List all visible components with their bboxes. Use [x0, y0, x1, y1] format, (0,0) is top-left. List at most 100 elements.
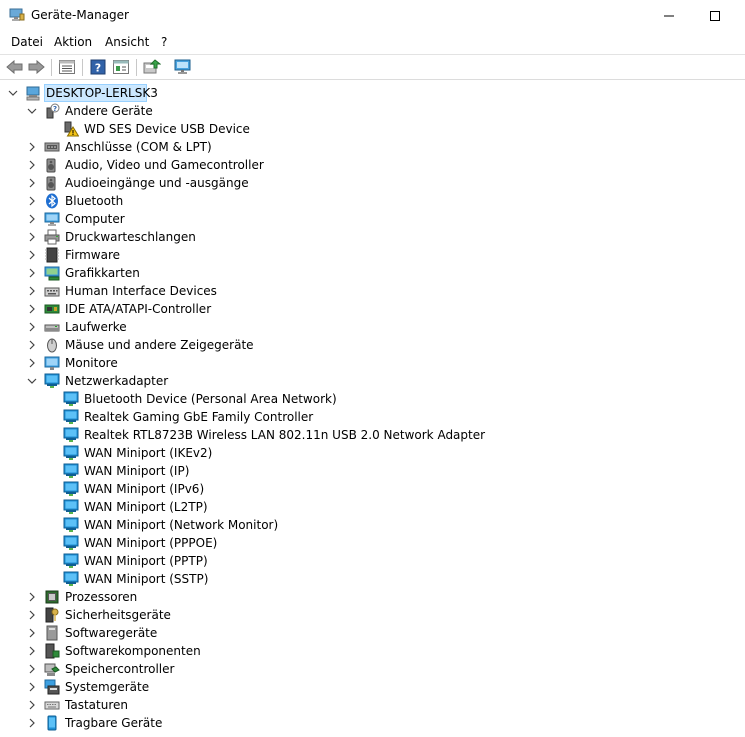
tree-category-sicherheitsgeräte[interactable]: Sicherheitsgeräte	[0, 606, 745, 624]
tree-category-bluetooth[interactable]: Bluetooth	[0, 192, 745, 210]
expand-chevron-icon[interactable]	[25, 193, 39, 209]
tree-item-label: WAN Miniport (IKEv2)	[84, 446, 213, 460]
menu-ansicht[interactable]: Ansicht	[105, 35, 149, 49]
portable-device-icon	[44, 715, 60, 731]
network-icon	[63, 571, 79, 587]
tree-item-label: WAN Miniport (SSTP)	[84, 572, 209, 586]
expand-chevron-icon[interactable]	[25, 661, 39, 677]
tree-category-monitore[interactable]: Monitore	[0, 354, 745, 372]
view-button[interactable]	[112, 58, 130, 76]
tree-category-softwarekomponenten[interactable]: Softwarekomponenten	[0, 642, 745, 660]
tree-device-realtek-gaming-gbe-family-controller[interactable]: Realtek Gaming GbE Family Controller	[0, 408, 745, 426]
scan-hardware-button[interactable]	[174, 58, 192, 76]
svg-text:?: ?	[95, 62, 101, 75]
tree-item-label: IDE ATA/ATAPI-Controller	[65, 302, 212, 316]
tree-root-computer[interactable]: DESKTOP-LERLSK3	[0, 84, 745, 102]
help-button[interactable]: ?	[89, 58, 107, 76]
collapse-chevron-icon[interactable]	[25, 373, 39, 389]
tree-category-tragbare-geräte[interactable]: Tragbare Geräte	[0, 714, 745, 732]
expand-chevron-icon[interactable]	[25, 157, 39, 173]
tree-item-label: Firmware	[65, 248, 120, 262]
tree-category-computer[interactable]: Computer	[0, 210, 745, 228]
tree-item-label: Sicherheitsgeräte	[65, 608, 171, 622]
tree-device-wan-miniport-pppoe[interactable]: WAN Miniport (PPPOE)	[0, 534, 745, 552]
tree-item-label: Audioeingänge und -ausgänge	[65, 176, 249, 190]
svg-text:?: ?	[53, 105, 57, 113]
tree-device-wan-miniport-ip[interactable]: WAN Miniport (IP)	[0, 462, 745, 480]
tree-device-wan-miniport-ipv6[interactable]: WAN Miniport (IPv6)	[0, 480, 745, 498]
back-icon	[5, 60, 22, 74]
tree-category-audio-video-und-gamecontroller[interactable]: Audio, Video und Gamecontroller	[0, 156, 745, 174]
expand-chevron-icon[interactable]	[25, 337, 39, 353]
speaker-icon	[44, 157, 60, 173]
tree-item-label: Bluetooth	[65, 194, 124, 208]
expand-chevron-icon[interactable]	[25, 211, 39, 227]
menu-help[interactable]: ?	[161, 35, 167, 49]
tree-item-label: Druckwarteschlangen	[65, 230, 196, 244]
tree-item-label: Andere Geräte	[65, 104, 153, 118]
tree-device-wan-miniport-network-monitor[interactable]: WAN Miniport (Network Monitor)	[0, 516, 745, 534]
keyboard-icon	[44, 697, 60, 713]
expand-chevron-icon[interactable]	[25, 697, 39, 713]
expand-chevron-icon[interactable]	[25, 679, 39, 695]
menu-aktion[interactable]: Aktion	[54, 35, 92, 49]
tree-category-systemgeräte[interactable]: Systemgeräte	[0, 678, 745, 696]
tree-device-bluetooth-device-personal-area-network[interactable]: Bluetooth Device (Personal Area Network)	[0, 390, 745, 408]
tree-category-ide-ata-atapi-controller[interactable]: IDE ATA/ATAPI-Controller	[0, 300, 745, 318]
tree-category-grafikkarten[interactable]: Grafikkarten	[0, 264, 745, 282]
tree-category-laufwerke[interactable]: Laufwerke	[0, 318, 745, 336]
menu-datei[interactable]: Datei	[11, 35, 43, 49]
expand-chevron-icon[interactable]	[25, 229, 39, 245]
expand-chevron-icon[interactable]	[25, 283, 39, 299]
expand-chevron-icon[interactable]	[25, 715, 39, 731]
minimize-icon	[664, 15, 674, 17]
tree-category-prozessoren[interactable]: Prozessoren	[0, 588, 745, 606]
tree-category-human-interface-devices[interactable]: Human Interface Devices	[0, 282, 745, 300]
expand-chevron-icon[interactable]	[25, 625, 39, 641]
tree-device-wd-ses-device-usb-device[interactable]: WD SES Device USB Device	[0, 120, 745, 138]
tree-device-wan-miniport-pptp[interactable]: WAN Miniport (PPTP)	[0, 552, 745, 570]
tree-category-softwaregeräte[interactable]: Softwaregeräte	[0, 624, 745, 642]
expand-chevron-icon[interactable]	[25, 607, 39, 623]
tree-category-mäuse-und-andere-zeigegeräte[interactable]: Mäuse und andere Zeigegeräte	[0, 336, 745, 354]
tree-item-label: WAN Miniport (PPTP)	[84, 554, 208, 568]
expand-chevron-icon[interactable]	[25, 175, 39, 191]
tree-category-speichercontroller[interactable]: Speichercontroller	[0, 660, 745, 678]
tree-category-druckwarteschlangen[interactable]: Druckwarteschlangen	[0, 228, 745, 246]
expand-chevron-icon[interactable]	[25, 589, 39, 605]
monitor-icon	[44, 355, 60, 371]
expand-chevron-icon[interactable]	[25, 247, 39, 263]
properties-list-button[interactable]	[58, 58, 76, 76]
minimize-button[interactable]	[646, 0, 692, 32]
expand-chevron-icon[interactable]	[25, 301, 39, 317]
network-icon	[63, 553, 79, 569]
toolbar-separator	[82, 59, 83, 76]
tree-device-wan-miniport-sstp[interactable]: WAN Miniport (SSTP)	[0, 570, 745, 588]
tree-category-firmware[interactable]: Firmware	[0, 246, 745, 264]
tree-category-tastaturen[interactable]: Tastaturen	[0, 696, 745, 714]
collapse-chevron-icon[interactable]	[25, 103, 39, 119]
maximize-button[interactable]	[692, 0, 738, 32]
tree-item-label: WAN Miniport (PPPOE)	[84, 536, 218, 550]
expand-chevron-icon[interactable]	[25, 643, 39, 659]
expand-chevron-icon[interactable]	[25, 139, 39, 155]
tree-item-label: Realtek RTL8723B Wireless LAN 802.11n US…	[84, 428, 486, 442]
toolbar-separator	[136, 59, 137, 76]
tree-device-realtek-rtl8723b-wireless-lan-802-11n-usb-2-0-network-adapter[interactable]: Realtek RTL8723B Wireless LAN 802.11n US…	[0, 426, 745, 444]
display-adapter-icon	[44, 265, 60, 281]
forward-button[interactable]	[27, 58, 45, 76]
tree-item-label: Mäuse und andere Zeigegeräte	[65, 338, 254, 352]
tree-device-wan-miniport-ikev2[interactable]: WAN Miniport (IKEv2)	[0, 444, 745, 462]
expand-chevron-icon[interactable]	[25, 355, 39, 371]
update-driver-button[interactable]	[143, 58, 161, 76]
collapse-chevron-icon[interactable]	[6, 85, 20, 101]
tree-category-anschlüsse-com-lpt[interactable]: Anschlüsse (COM & LPT)	[0, 138, 745, 156]
expand-chevron-icon[interactable]	[25, 319, 39, 335]
tree-category-netzwerkadapter[interactable]: Netzwerkadapter	[0, 372, 745, 390]
tree-category-andere-geräte[interactable]: ? Andere Geräte	[0, 102, 745, 120]
expand-chevron-icon[interactable]	[25, 265, 39, 281]
tree-category-audioeingänge-und-ausgänge[interactable]: Audioeingänge und -ausgänge	[0, 174, 745, 192]
tree-device-wan-miniport-l2tp[interactable]: WAN Miniport (L2TP)	[0, 498, 745, 516]
back-button[interactable]	[5, 58, 23, 76]
drive-icon	[44, 319, 60, 335]
